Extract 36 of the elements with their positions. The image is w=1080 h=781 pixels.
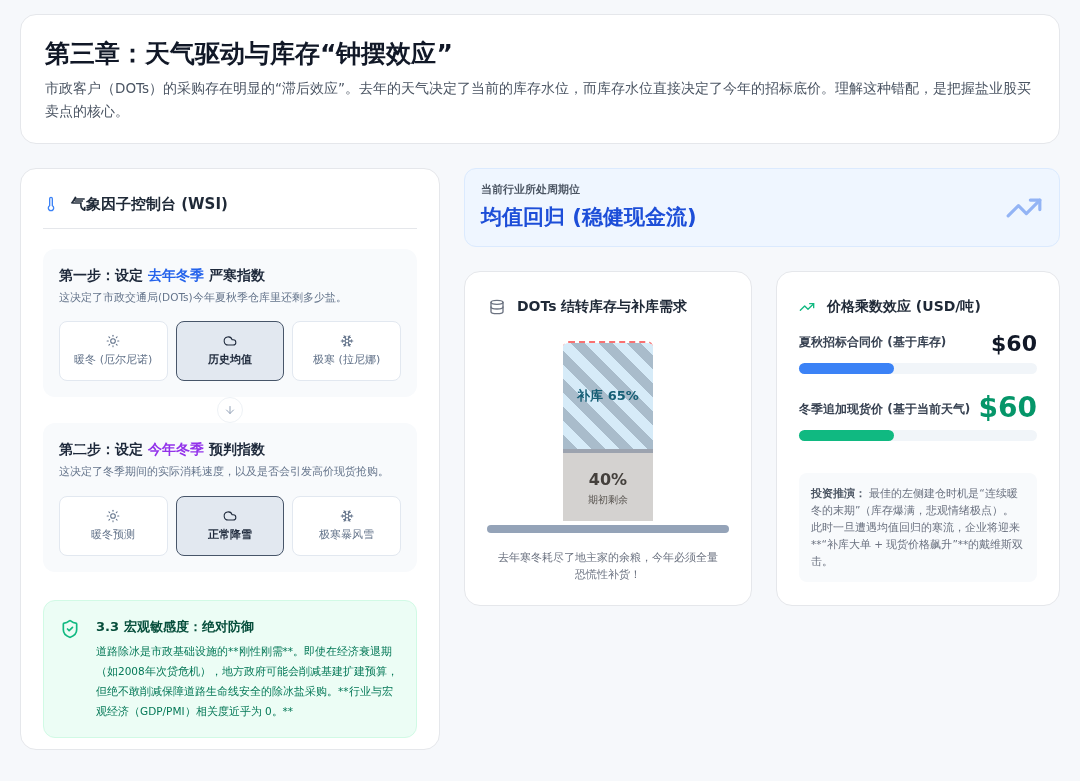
chapter-description: 市政客户（DOTs）的采购存在明显的“滞后效应”。去年的天气决定了当前的库存水位，而库存水位直接决定了今年的招标底价。理解这种错配，是把握盐业股买卖点的核心。 [45, 78, 1033, 121]
price-title: 价格乘数效应 (USD/吨) [827, 297, 981, 316]
sun-icon [106, 334, 121, 348]
option-button[interactable]: 暖冬 (厄尔尼诺) [59, 321, 168, 382]
cloud-icon [223, 334, 237, 348]
inventory-title: DOTs 结转库存与补库需求 [517, 297, 688, 316]
chapter-title: 第三章：天气驱动与库存“钟摆效应” [45, 38, 454, 70]
price-value: $60 [991, 333, 1037, 355]
snowflake-icon [339, 334, 354, 348]
snowflake-icon [339, 508, 354, 523]
macro-text: 道路除冰是市政基础设施的**刚性刚需**。即使在经济衰退期（如2008年次贷危机），地方政府可能会削减基建扩建预算，但绝不敢削减保障道路生命线安全的除冰盐采购。**行业与宏观经济（GDP/PMI）相关度近乎为 0。** [96, 643, 399, 719]
cycle-label: 当前行业所处周期位 [481, 181, 581, 197]
database-icon [489, 298, 505, 315]
step-description: 这决定了冬季期间的实际消耗速度，以及是否会引发高价现货抢购。 [59, 464, 390, 480]
remaining-label: 期初剩余 [588, 492, 628, 507]
refill-label: 补库 65% [577, 387, 639, 406]
cloud-icon [223, 508, 237, 523]
step-title: 第一步：设定 去年冬季 严寒指数 [59, 265, 266, 285]
console-title: 气象因子控制台 (WSI) [71, 194, 228, 215]
option-button[interactable]: 暖冬预测 [59, 496, 168, 556]
option-button[interactable]: 极寒 (拉尼娜) [292, 321, 401, 382]
price-label: 冬季追加现货价 (基于当前天气) [799, 401, 971, 418]
macro-title: 3.3 宏观敏感度：绝对防御 [96, 618, 255, 636]
step-title: 第二步：设定 今年冬季 预判指数 [59, 440, 266, 460]
cycle-value: 均值回归 (稳健现金流) [481, 203, 697, 231]
sun-icon [106, 508, 121, 523]
inventory-caption: 去年寒冬耗尽了地主家的余粮，今年必须全量恐慌性补货！ [497, 550, 719, 582]
step-description: 这决定了市政交通局(DOTs)今年夏秋季仓库里还剩多少盐。 [59, 289, 348, 305]
note-text: 投资推演： 最佳的左侧建仓时机是“连续暖冬的末期”（库存爆满，悲观情绪极点）。此时一旦遭遇均值回归的寒流，企业将迎来**“补库大单 + 现货价格飙升”**的戴维斯双击。 [811, 486, 1025, 569]
price-label: 夏秋招标合同价 (基于库存) [799, 334, 947, 351]
shield-icon [60, 619, 80, 639]
remaining-value: 40% [588, 468, 628, 491]
option-button[interactable]: 正常降雪 [175, 496, 285, 556]
option-button[interactable]: 历史均值 [175, 321, 285, 382]
price-value: $60 [978, 394, 1037, 422]
option-button[interactable]: 极寒暴风雪 [292, 496, 401, 556]
